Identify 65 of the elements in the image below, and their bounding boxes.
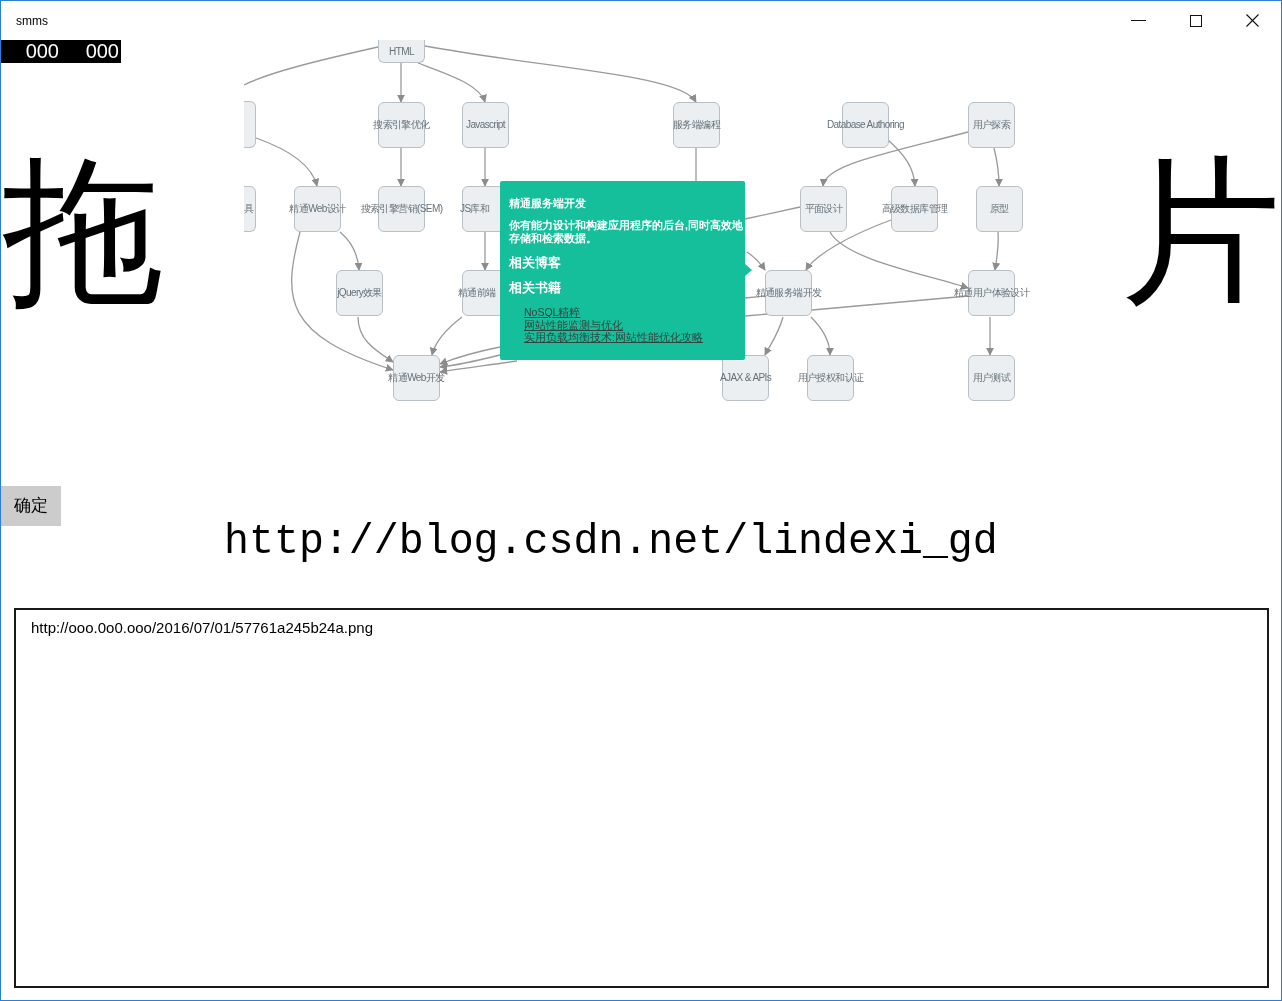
node-label: jQuery效果 (337, 287, 382, 299)
drop-hint-text: 拖 (2, 141, 163, 323)
diagram-node (968, 102, 1015, 148)
node-label: JS库和 (460, 203, 490, 215)
arrow (255, 137, 319, 187)
node-label: 用户测试 (972, 372, 1011, 384)
diagram-node (807, 355, 854, 401)
section-heading: 相关博客 (509, 256, 562, 271)
node-label: HTML (389, 45, 414, 58)
node-label: Database Authoring (827, 119, 905, 131)
node-label: 平面设计 (804, 203, 843, 215)
node-label: AJAX & APIs (719, 372, 772, 384)
diagram-node (891, 186, 938, 232)
connector-line (695, 147, 697, 182)
node-label: 高级数据库管理 (881, 203, 948, 215)
book-title: 网站性能监测与优化 (524, 318, 623, 331)
arrow (810, 316, 834, 356)
diagram-node (968, 355, 1015, 401)
arrow (746, 251, 766, 271)
diagram-node (800, 186, 847, 232)
arrow (397, 62, 405, 103)
node-label: 具 (244, 203, 254, 215)
url-text-field[interactable]: http://ooo.0o0.ooo/2016/07/01/57761a245b24a.png (14, 608, 1269, 988)
node-label: 精通服务端开发 (755, 287, 822, 299)
diagram-node (765, 270, 812, 316)
node-label: 搜索引擎营销(SEM) (360, 203, 443, 215)
arrow (764, 316, 784, 356)
close-icon (1246, 14, 1259, 27)
node-label: Javascript (466, 119, 505, 131)
diagram-node (462, 102, 509, 148)
node-label: 原型 (990, 203, 1009, 215)
section-heading: 相关书籍 (509, 281, 562, 296)
arrow (481, 147, 489, 187)
arrow (397, 147, 405, 187)
book-title: 实用负载均衡技术:网站性能优化攻略 (524, 331, 703, 344)
arrow (992, 231, 1001, 271)
maximize-icon (1189, 14, 1202, 27)
node-label: 服务端编程 (673, 119, 720, 131)
diagram-node (336, 270, 383, 316)
tooltip-title: 精通服务端开发 (509, 197, 587, 210)
node-label: 用户授权和认证 (797, 372, 864, 384)
arrow (993, 147, 1003, 187)
book-title: NoSQL精粹 (524, 306, 581, 319)
node-label: 用户探索 (972, 119, 1011, 131)
diagram-node (244, 186, 256, 232)
node-label: 精通Web设计 (289, 203, 346, 215)
tooltip-description: 你有能力设计和构建应用程序的后台,同时高效地存储和检索数据。 (509, 219, 743, 245)
counter-value: 000 (85, 40, 119, 63)
node-label: 搜索引擎优化 (373, 119, 430, 131)
diagram-node (378, 40, 425, 63)
diagram-node (976, 186, 1023, 232)
node-label: 精通用户体验设计 (953, 287, 1030, 299)
confirm-button[interactable]: 确定 (1, 486, 61, 526)
window-title: smms (15, 12, 48, 30)
node-label: 精通前端 (458, 287, 496, 299)
diagram-node (673, 102, 720, 148)
arrow (986, 316, 994, 356)
counter-value: 000 (25, 40, 59, 63)
blog-url-text: http://blog.csdn.net/lindexi_gd (224, 521, 998, 563)
connector-line (744, 206, 801, 220)
diagram-node (244, 101, 256, 148)
arrow (481, 231, 489, 271)
node-label: 精通Web开发 (388, 372, 445, 384)
minimize-icon (1131, 20, 1146, 21)
drop-hint-text: 片 (1121, 141, 1281, 323)
